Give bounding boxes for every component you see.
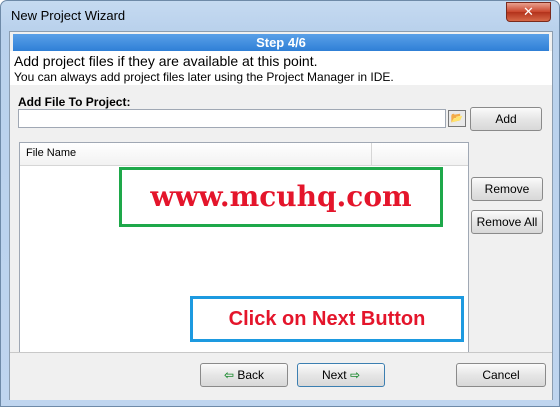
remove-button[interactable]: Remove xyxy=(471,177,543,201)
cancel-button[interactable]: Cancel xyxy=(456,363,546,387)
file-list-header: File Name xyxy=(20,143,468,166)
info-heading: Add project files if they are available … xyxy=(14,53,318,69)
back-button[interactable]: ⇦ Back xyxy=(200,363,288,387)
close-icon: ✕ xyxy=(523,4,534,19)
column-divider xyxy=(371,143,372,165)
info-panel: Add project files if they are available … xyxy=(10,51,552,85)
next-button[interactable]: Next ⇨ xyxy=(297,363,385,387)
window-title: New Project Wizard xyxy=(11,8,126,23)
arrow-left-icon: ⇦ xyxy=(223,368,235,382)
add-file-label: Add File To Project: xyxy=(18,95,131,109)
step-indicator: Step 4/6 xyxy=(13,34,549,51)
wizard-window: New Project Wizard ✕ Step 4/6 Add projec… xyxy=(0,0,560,407)
close-button[interactable]: ✕ xyxy=(506,2,551,22)
add-button[interactable]: Add xyxy=(470,107,542,131)
hint-text: Click on Next Button xyxy=(228,308,426,330)
watermark-annotation: www.mcuhq.com xyxy=(119,167,443,227)
info-subtext: You can always add project files later u… xyxy=(14,70,394,84)
column-file-name[interactable]: File Name xyxy=(26,147,76,159)
file-path-input[interactable] xyxy=(18,109,446,128)
title-bar: New Project Wizard ✕ xyxy=(1,1,559,31)
hint-annotation: Click on Next Button xyxy=(190,296,464,342)
watermark-text: www.mcuhq.com xyxy=(150,180,412,213)
arrow-right-icon: ⇨ xyxy=(349,368,361,382)
remove-all-button[interactable]: Remove All xyxy=(471,210,543,234)
footer-bar: ⇦ Back Next ⇨ Cancel xyxy=(10,352,552,400)
wizard-client-area: Step 4/6 Add project files if they are a… xyxy=(9,31,553,400)
folder-browse-icon[interactable]: 📂 xyxy=(448,110,466,127)
